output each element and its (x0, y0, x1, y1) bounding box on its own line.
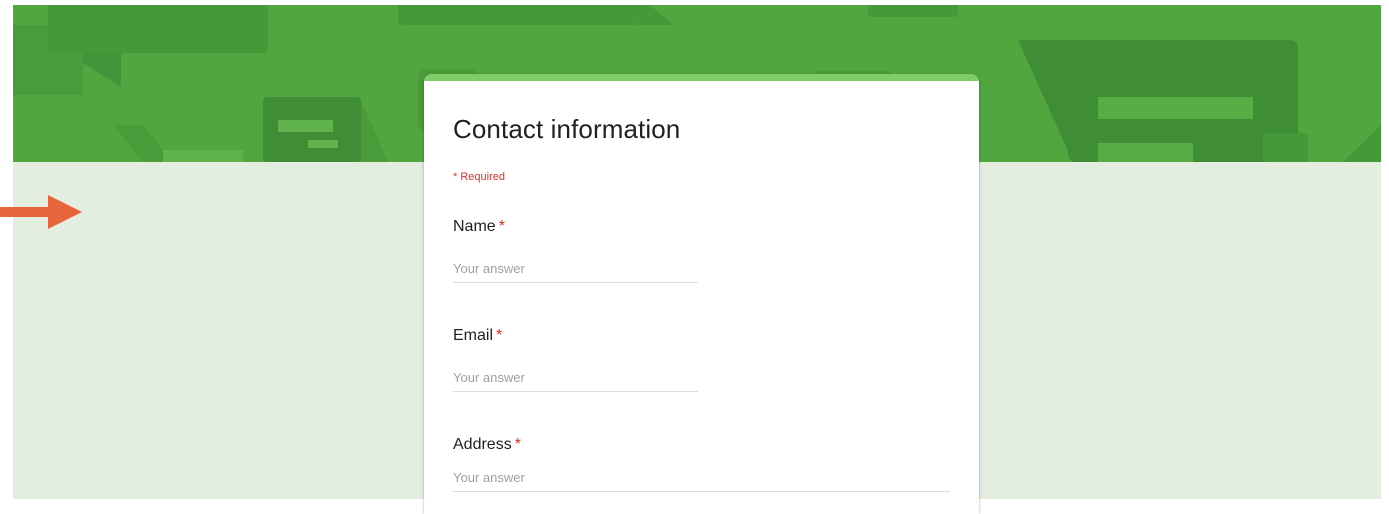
name-input[interactable] (453, 258, 698, 283)
required-asterisk: * (498, 218, 505, 235)
form-title: Contact information (453, 114, 681, 144)
required-note: * Required (453, 171, 505, 183)
question-label-text: Name (453, 218, 496, 235)
right-arrow-icon (0, 195, 82, 229)
address-input[interactable] (453, 467, 950, 492)
email-input[interactable] (453, 367, 698, 392)
question-label: Email * (453, 327, 502, 345)
required-asterisk: * (514, 436, 521, 453)
question-label-text: Address (453, 436, 512, 453)
required-asterisk: * (496, 327, 503, 344)
form-page: Contact information * Required Name* Ema… (0, 0, 1389, 514)
question-label: Name * (453, 218, 505, 236)
question-label-text: Email (453, 327, 494, 344)
form-card: Contact information * Required Name* Ema… (424, 74, 979, 514)
question-label: Address * (453, 436, 521, 454)
card-accent-bar (424, 74, 979, 81)
